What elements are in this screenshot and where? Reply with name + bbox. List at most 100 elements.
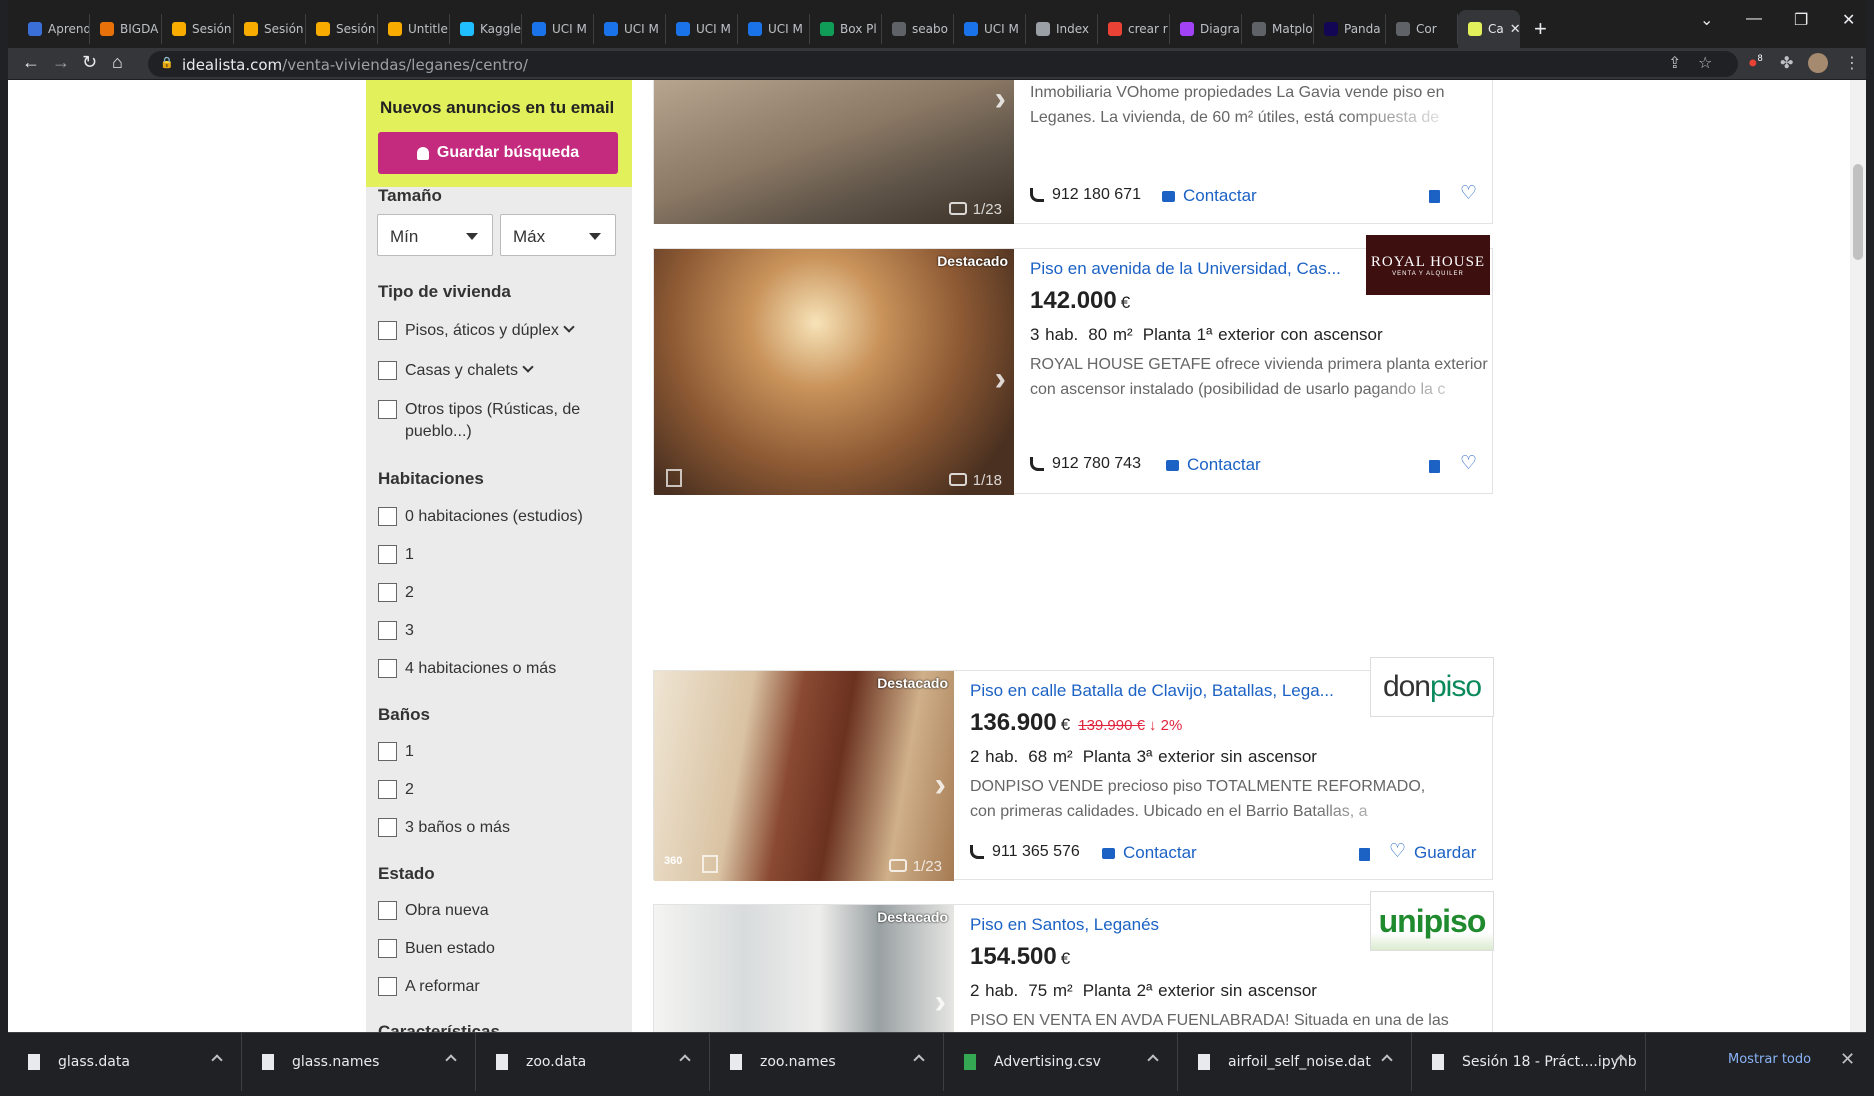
profile-avatar[interactable] xyxy=(1808,53,1828,73)
browser-tab[interactable]: Kaggle xyxy=(450,14,522,44)
chevron-right-icon[interactable]: › xyxy=(935,766,946,805)
rooms-checkbox-3[interactable]: 3 xyxy=(378,620,605,642)
browser-tab[interactable]: Box Pl xyxy=(810,14,882,44)
browser-tab[interactable]: crear r xyxy=(1098,14,1170,44)
agency-logo[interactable]: don piso xyxy=(1370,657,1494,717)
new-tab-icon[interactable]: + xyxy=(1534,16,1547,48)
rooms-checkbox-2[interactable]: 2 xyxy=(378,582,605,604)
browser-tab-active[interactable]: Ca ✕ xyxy=(1458,10,1520,48)
browser-tab[interactable]: Diagra xyxy=(1170,14,1242,44)
checkbox[interactable] xyxy=(378,621,397,640)
browser-tab[interactable]: UCI M xyxy=(666,14,738,44)
listing-photo[interactable]: Destacado › xyxy=(654,905,954,1032)
contact-link[interactable]: Contactar xyxy=(1166,455,1261,475)
browser-tab[interactable]: Index xyxy=(1026,14,1098,44)
download-item[interactable]: glass.data xyxy=(8,1033,242,1091)
baths-checkbox-2[interactable]: 2 xyxy=(378,779,605,801)
listing-card[interactable]: Destacado › 360 1/23 Piso en calle Batal… xyxy=(653,657,1494,881)
browser-tab[interactable]: UCI M xyxy=(522,14,594,44)
browser-tab[interactable]: Sesión xyxy=(162,14,234,44)
checkbox[interactable] xyxy=(378,321,397,340)
browser-tab[interactable]: Cor xyxy=(1386,14,1458,44)
download-item[interactable]: glass.names xyxy=(242,1033,476,1091)
download-item[interactable]: zoo.data xyxy=(476,1033,710,1091)
download-item[interactable]: airfoil_self_noise.dat xyxy=(1178,1033,1412,1091)
size-max-select[interactable]: Máx xyxy=(500,214,616,256)
close-window-icon[interactable]: ✕ xyxy=(1842,10,1855,30)
checkbox[interactable] xyxy=(378,901,397,920)
chevron-right-icon[interactable]: › xyxy=(995,360,1006,399)
type-checkbox-otros[interactable]: Otros tipos (Rústicas, de pueblo...) xyxy=(378,399,605,443)
agency-logo[interactable]: ROYAL HOUSE VENTA Y ALQUILER xyxy=(1366,235,1490,295)
listing-phone[interactable]: 912 180 671 xyxy=(1030,186,1141,204)
home-icon[interactable]: ⌂ xyxy=(112,52,123,73)
scrollbar-thumb[interactable] xyxy=(1853,164,1863,260)
state-checkbox-new[interactable]: Obra nueva xyxy=(378,900,605,922)
state-checkbox-reform[interactable]: A reformar xyxy=(378,976,605,998)
trash-icon[interactable] xyxy=(1359,848,1370,861)
heart-icon[interactable]: ♡ xyxy=(1460,182,1477,205)
checkbox[interactable] xyxy=(378,545,397,564)
bookmark-star-icon[interactable]: ☆ xyxy=(1698,53,1712,73)
baths-checkbox-3[interactable]: 3 baños o más xyxy=(378,817,605,839)
listing-card[interactable]: › 1/23 Inmobiliaria VOhome propiedades L… xyxy=(653,80,1493,224)
forward-icon[interactable]: → xyxy=(52,52,70,73)
baths-checkbox-1[interactable]: 1 xyxy=(378,741,605,763)
checkbox[interactable] xyxy=(378,977,397,996)
listing-title[interactable]: Piso en Santos, Leganés xyxy=(970,915,1159,935)
chevron-right-icon[interactable]: › xyxy=(995,80,1006,119)
listing-card[interactable]: Destacado › 1/18 Piso en avenida de la U… xyxy=(653,235,1493,495)
extensions-puzzle-icon[interactable]: ✤ xyxy=(1780,53,1793,73)
download-item[interactable]: zoo.names xyxy=(710,1033,944,1091)
browser-tab[interactable]: Sesión xyxy=(306,14,378,44)
type-checkbox-pisos[interactable]: Pisos, áticos y dúplex xyxy=(378,320,605,342)
chevron-down-icon[interactable] xyxy=(563,321,575,333)
reload-icon[interactable]: ↻ xyxy=(82,52,97,73)
checkbox[interactable] xyxy=(378,400,397,419)
browser-tab[interactable]: Aprend xyxy=(18,14,90,44)
close-tab-icon[interactable]: ✕ xyxy=(1510,22,1520,37)
listing-photo[interactable]: › 1/23 xyxy=(654,80,1014,224)
menu-icon[interactable]: ⋮ xyxy=(1844,53,1860,73)
download-item[interactable]: Sesión 18 - Práct....ipynb xyxy=(1412,1033,1646,1091)
listing-title[interactable]: Piso en avenida de la Universidad, Cas..… xyxy=(1030,259,1341,279)
checkbox[interactable] xyxy=(378,659,397,678)
browser-tab[interactable]: Matplo xyxy=(1242,14,1314,44)
save-link[interactable]: Guardar xyxy=(1414,843,1476,863)
chevron-up-icon[interactable] xyxy=(1381,1054,1393,1066)
size-min-select[interactable]: Mín xyxy=(377,214,493,256)
download-item[interactable]: Advertising.csv xyxy=(944,1033,1178,1091)
contact-link[interactable]: Contactar xyxy=(1162,186,1257,206)
heart-icon[interactable]: ♡ xyxy=(1389,840,1406,863)
share-icon[interactable]: ⇪ xyxy=(1668,53,1681,73)
chevron-up-icon[interactable] xyxy=(913,1054,925,1066)
checkbox[interactable] xyxy=(378,818,397,837)
listing-title[interactable]: Piso en calle Batalla de Clavijo, Batall… xyxy=(970,681,1334,701)
trash-icon[interactable] xyxy=(1429,460,1440,473)
type-checkbox-casas[interactable]: Casas y chalets xyxy=(378,360,605,382)
checkbox[interactable] xyxy=(378,742,397,761)
trash-icon[interactable] xyxy=(1429,190,1440,203)
url-text[interactable]: idealista.com/venta-viviendas/leganes/ce… xyxy=(182,56,528,74)
browser-tab[interactable]: Untitle xyxy=(378,14,450,44)
restore-icon[interactable]: ❐ xyxy=(1794,10,1808,30)
chevron-up-icon[interactable] xyxy=(679,1054,691,1066)
checkbox[interactable] xyxy=(378,780,397,799)
tour-360-icon[interactable]: 360 xyxy=(664,855,682,867)
extension-icon[interactable]: ●8 xyxy=(1748,53,1763,72)
browser-tab[interactable]: Sesión xyxy=(234,14,306,44)
chevron-up-icon[interactable] xyxy=(445,1054,457,1066)
rooms-checkbox-0[interactable]: 0 habitaciones (estudios) xyxy=(378,506,605,528)
lock-icon[interactable]: 🔒 xyxy=(160,56,174,70)
chevron-down-icon[interactable] xyxy=(522,361,534,373)
browser-tab[interactable]: UCI M xyxy=(954,14,1026,44)
listing-phone[interactable]: 912 780 743 xyxy=(1030,455,1141,473)
agency-logo[interactable]: unipiso xyxy=(1370,891,1494,951)
chevron-right-icon[interactable]: › xyxy=(935,983,946,1022)
browser-tab[interactable]: seabo xyxy=(882,14,954,44)
bookmark-icon[interactable] xyxy=(702,855,718,873)
listing-photo[interactable]: Destacado › 1/18 xyxy=(654,249,1014,495)
browser-tab[interactable]: UCI M xyxy=(594,14,666,44)
chevron-up-icon[interactable] xyxy=(211,1054,223,1066)
rooms-checkbox-4[interactable]: 4 habitaciones o más xyxy=(378,658,605,680)
